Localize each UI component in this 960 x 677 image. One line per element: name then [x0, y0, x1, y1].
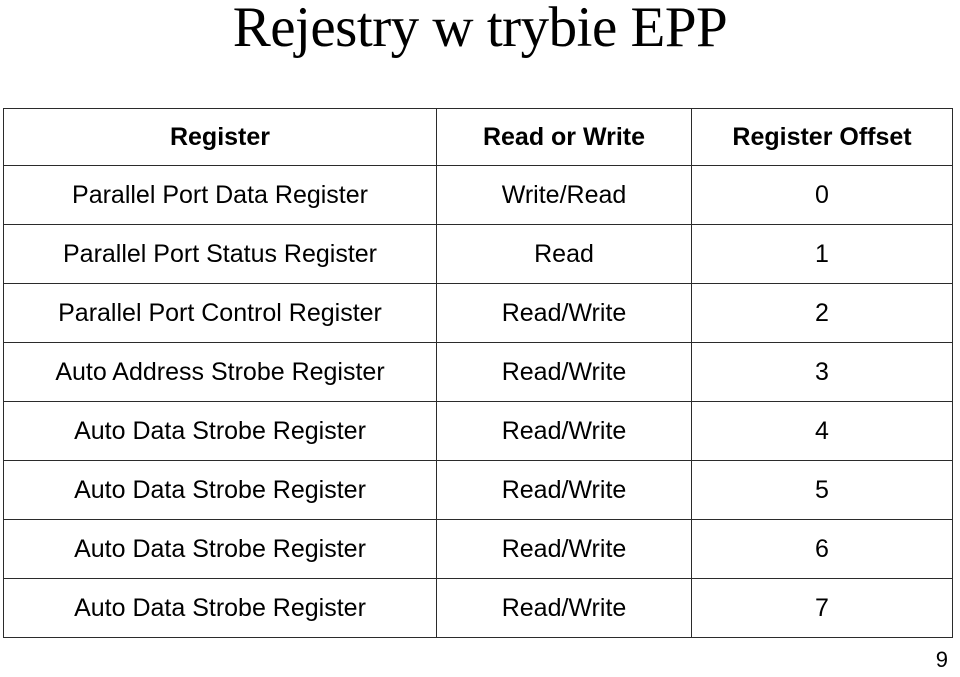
table-row: Auto Data Strobe Register Read/Write 4 [3, 401, 953, 461]
column-header-read-or-write: Read or Write [436, 108, 692, 166]
cell-register-offset: 6 [691, 519, 953, 579]
table-row: Parallel Port Status Register Read 1 [3, 224, 953, 284]
cell-read-or-write: Read/Write [436, 460, 692, 520]
cell-read-or-write: Read/Write [436, 578, 692, 638]
cell-register-offset: 1 [691, 224, 953, 284]
cell-read-or-write: Read [436, 224, 692, 284]
cell-register-name: Auto Data Strobe Register [3, 401, 437, 461]
cell-register-offset: 4 [691, 401, 953, 461]
table-row: Auto Data Strobe Register Read/Write 5 [3, 460, 953, 520]
table-body: Parallel Port Data Register Write/Read 0 Pa… [3, 165, 953, 638]
cell-register-name: Auto Data Strobe Register [3, 460, 437, 520]
table-row: Parallel Port Control Register Read/Write… [3, 283, 953, 343]
cell-register-offset: 3 [691, 342, 953, 402]
table-row: Parallel Port Data Register Write/Read 0 [3, 165, 953, 225]
column-header-register-offset: Register Offset [691, 108, 953, 166]
cell-read-or-write: Read/Write [436, 283, 692, 343]
page-number: 9 [935, 647, 948, 672]
cell-read-or-write: Read/Write [436, 519, 692, 579]
page-title: Rejestry w trybie EPP [232, 0, 728, 59]
register-table-container: Register Read or Write Register Offset P… [3, 108, 953, 638]
table-header-row: Register Read or Write Register Offset [3, 108, 953, 166]
cell-read-or-write: Read/Write [436, 342, 692, 402]
cell-register-name: Auto Address Strobe Register [3, 342, 437, 402]
cell-register-offset: 5 [691, 460, 953, 520]
column-header-register: Register [3, 108, 437, 166]
cell-register-name: Parallel Port Control Register [3, 283, 437, 343]
cell-register-name: Parallel Port Data Register [3, 165, 437, 225]
cell-register-offset: 0 [691, 165, 953, 225]
table-header: Register Read or Write Register Offset [3, 108, 953, 166]
register-table: Register Read or Write Register Offset P… [3, 108, 953, 638]
cell-register-name: Auto Data Strobe Register [3, 578, 437, 638]
cell-register-name: Parallel Port Status Register [3, 224, 437, 284]
cell-register-offset: 2 [691, 283, 953, 343]
cell-register-name: Auto Data Strobe Register [3, 519, 437, 579]
cell-register-offset: 7 [691, 578, 953, 638]
cell-read-or-write: Read/Write [436, 401, 692, 461]
table-row: Auto Address Strobe Register Read/Write 3 [3, 342, 953, 402]
cell-read-or-write: Write/Read [436, 165, 692, 225]
table-row: Auto Data Strobe Register Read/Write 6 [3, 519, 953, 579]
table-row: Auto Data Strobe Register Read/Write 7 [3, 578, 953, 638]
